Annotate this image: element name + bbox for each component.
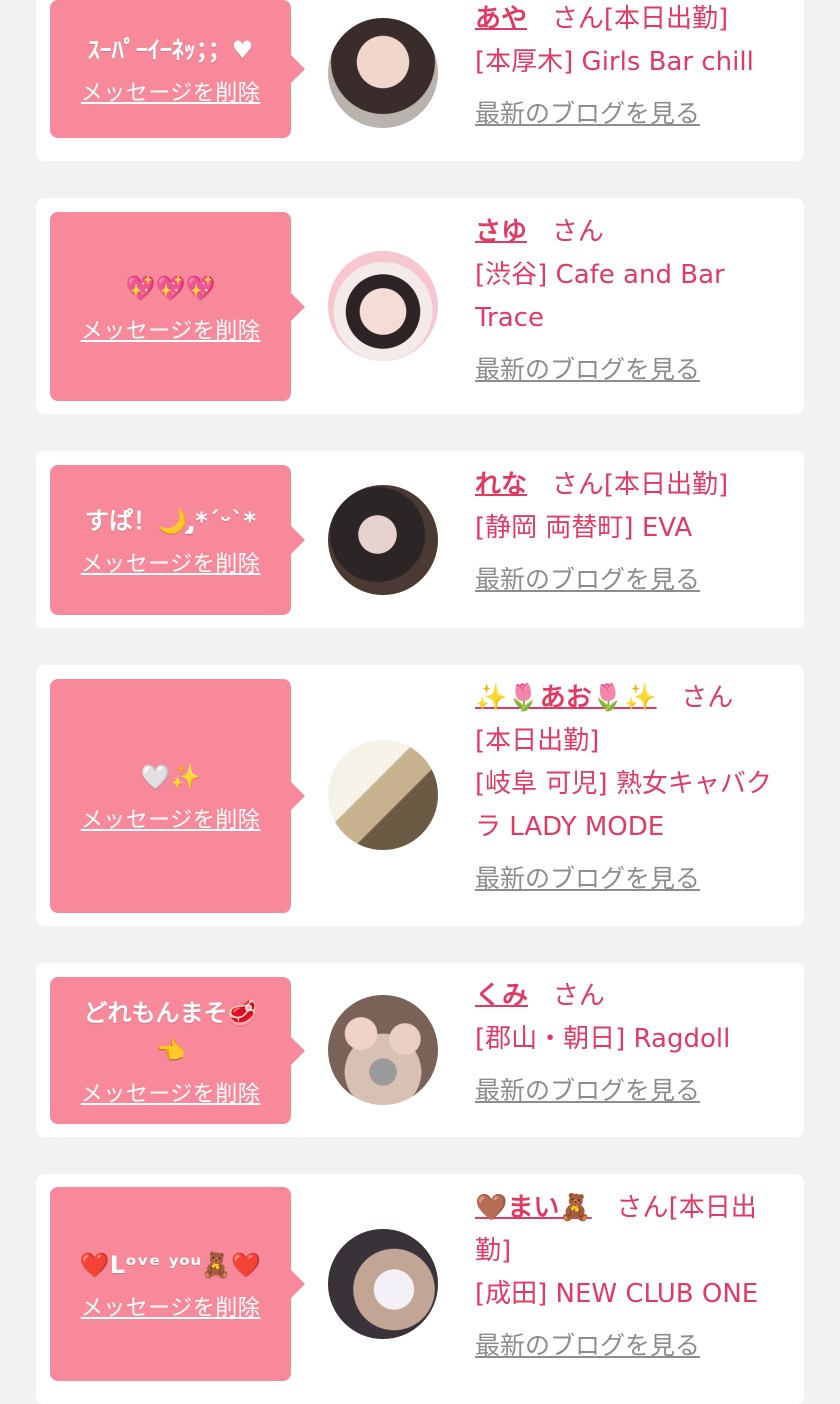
cast-info: あや さん[本日出勤] [本厚木] Girls Bar chill 最新のブログ… (475, 0, 791, 136)
message-text: どれもんまそ🥩 👈 (83, 998, 258, 1065)
blog-link[interactable]: 最新のブログを見る (475, 92, 700, 135)
message-bubble: 💖💖💖 メッセージを削除 (50, 212, 305, 401)
blog-link[interactable]: 最新のブログを見る (475, 1324, 700, 1367)
cast-info: さゆ さん [渋谷] Cafe and Bar Trace 最新のブログを見る (475, 211, 791, 392)
delete-message-link[interactable]: メッセージを削除 (81, 802, 261, 834)
delete-message-link[interactable]: メッセージを削除 (81, 546, 261, 578)
message-text: ❤️Lᵒᵛᵉ ʸᵒᵘ🧸❤️ (79, 1251, 262, 1279)
cast-name-link[interactable]: あや (475, 4, 527, 34)
message-bubble: ｽｰﾊﾟｰｲｰﾈｯ；；♥ メッセージを削除 (50, 0, 305, 138)
message-card: 🤍✨ メッセージを削除 ✨🌷あお🌷✨ さん [本日出勤] [岐阜 可児] 熟女キャ… (36, 665, 804, 926)
message-card: 💖💖💖 メッセージを削除 さゆ さん [渋谷] Cafe and Bar Tra… (36, 198, 804, 414)
cast-info: ✨🌷あお🌷✨ さん [本日出勤] [岐阜 可児] 熟女キャバクラ LADY MOD… (475, 677, 791, 901)
message-card: ｽｰﾊﾟｰｲｰﾈｯ；；♥ メッセージを削除 あや さん[本日出勤] [本厚木] … (36, 0, 804, 161)
delete-message-link[interactable]: メッセージを削除 (81, 313, 261, 345)
message-text: ｽｰﾊﾟｰｲｰﾈｯ；；♥ (87, 36, 254, 64)
delete-message-link[interactable]: メッセージを削除 (81, 1290, 261, 1322)
status-label: [本日出勤] (603, 4, 729, 34)
message-bubble: すぱ！🌙 ̨̡‪*ˊᵕˋ* メッセージを削除 (50, 465, 305, 615)
message-text: すぱ！🌙 ̨̡‪*ˊᵕˋ* (84, 507, 257, 535)
message-card: すぱ！🌙 ̨̡‪*ˊᵕˋ* メッセージを削除 れな さん[本日出勤] [静岡 両… (36, 451, 804, 628)
avatar[interactable] (328, 1229, 438, 1339)
avatar[interactable] (328, 740, 438, 850)
message-card: どれもんまそ🥩 👈 メッセージを削除 くみ さん [郡山・朝日] Ragdoll… (36, 963, 804, 1137)
avatar[interactable] (328, 485, 438, 595)
shop-label: [岐阜 可児] 熟女キャバクラ LADY MODE (475, 769, 772, 842)
status-label: [本日出勤] (475, 726, 600, 756)
message-bubble: ❤️Lᵒᵛᵉ ʸᵒᵘ🧸❤️ メッセージを削除 (50, 1187, 305, 1381)
cast-info: くみ さん [郡山・朝日] Ragdoll 最新のブログを見る (475, 975, 791, 1113)
san-label: さん (551, 217, 604, 247)
blog-link[interactable]: 最新のブログを見る (475, 857, 700, 900)
avatar[interactable] (328, 251, 438, 361)
shop-label: [成田] NEW CLUB ONE (475, 1279, 759, 1309)
san-label: さん (681, 683, 734, 713)
blog-link[interactable]: 最新のブログを見る (475, 1069, 700, 1112)
message-bubble: どれもんまそ🥩 👈 メッセージを削除 (50, 977, 305, 1124)
cast-name-link[interactable]: ✨🌷あお🌷✨ (475, 683, 657, 713)
message-card: ❤️Lᵒᵛᵉ ʸᵒᵘ🧸❤️ メッセージを削除 🤎まい🧸 さん[本日出勤] [成田… (36, 1174, 804, 1404)
delete-message-link[interactable]: メッセージを削除 (81, 75, 261, 107)
status-label: [本日出勤] (603, 470, 729, 500)
san-label: さん (551, 4, 604, 34)
san-label: さん (551, 470, 604, 500)
cast-name-link[interactable]: れな (475, 470, 527, 500)
cast-info: れな さん[本日出勤] [静岡 両替町] EVA 最新のブログを見る (475, 464, 791, 602)
delete-message-link[interactable]: メッセージを削除 (81, 1076, 261, 1108)
message-text: 🤍✨ (140, 763, 201, 791)
san-label: さん (616, 1193, 669, 1223)
shop-label: [本厚木] Girls Bar chill (475, 47, 754, 77)
avatar[interactable] (328, 995, 438, 1105)
cast-name-link[interactable]: くみ (475, 981, 528, 1011)
cast-name-link[interactable]: さゆ (475, 217, 527, 247)
message-bubble: 🤍✨ メッセージを削除 (50, 679, 305, 913)
cast-name-link[interactable]: 🤎まい🧸 (475, 1193, 592, 1223)
cast-info: 🤎まい🧸 さん[本日出勤] [成田] NEW CLUB ONE 最新のブログを見… (475, 1187, 791, 1368)
blog-link[interactable]: 最新のブログを見る (475, 558, 700, 601)
shop-label: [静岡 両替町] EVA (475, 513, 693, 543)
shop-label: [郡山・朝日] Ragdoll (475, 1024, 731, 1054)
avatar[interactable] (328, 18, 438, 128)
message-text: 💖💖💖 (125, 273, 216, 302)
blog-link[interactable]: 最新のブログを見る (475, 348, 700, 391)
shop-label: [渋谷] Cafe and Bar Trace (475, 260, 725, 333)
san-label: さん (552, 981, 605, 1011)
